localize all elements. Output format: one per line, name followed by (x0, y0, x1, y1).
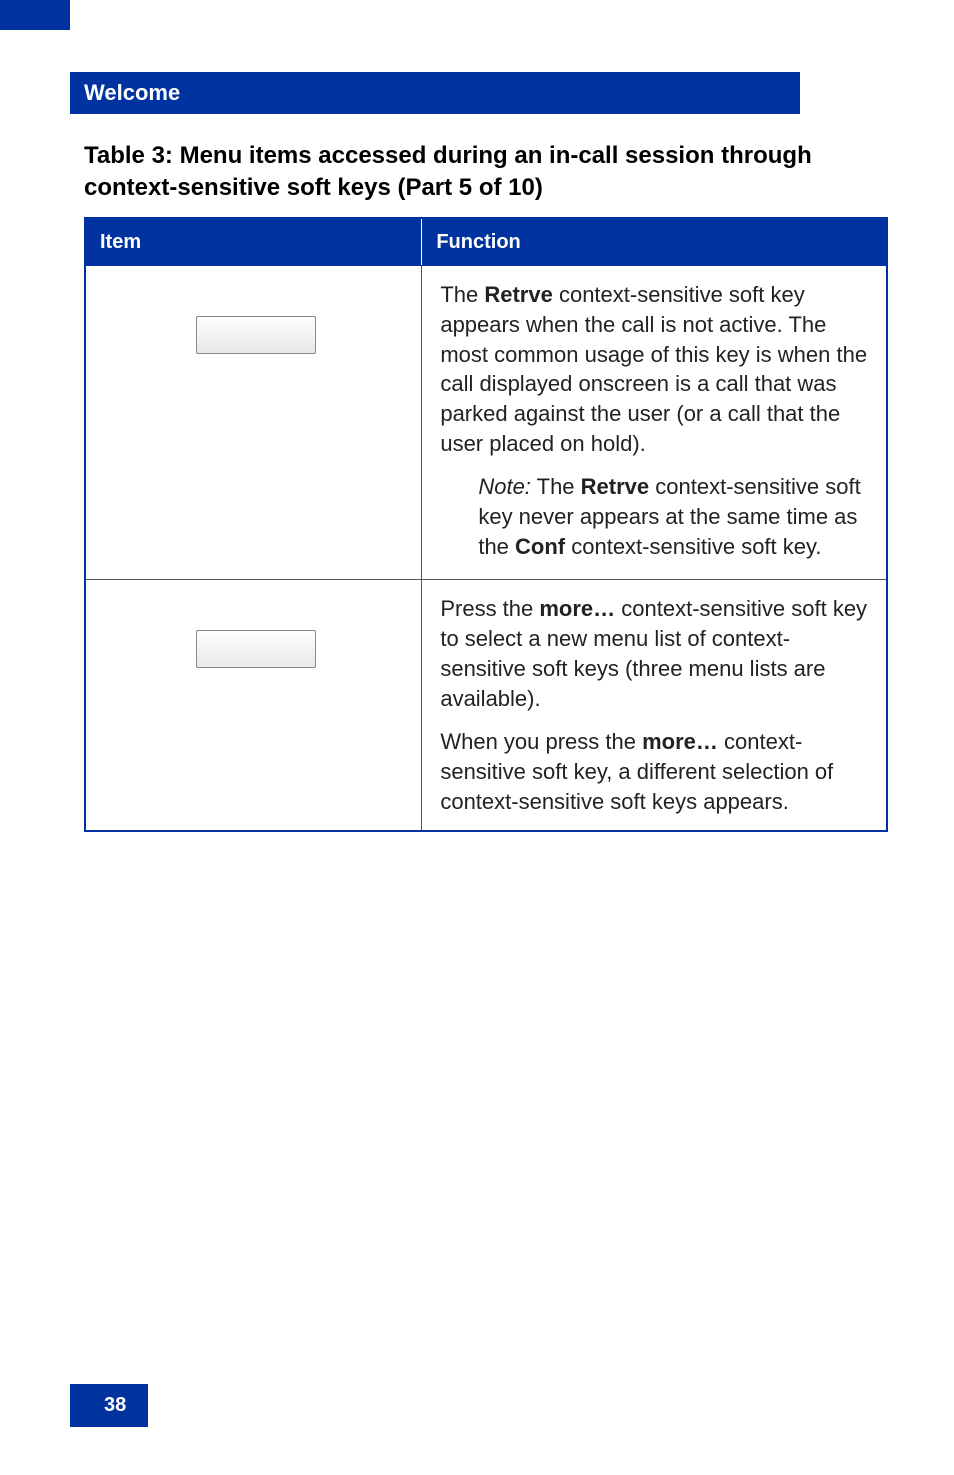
softkey-button-retrve (196, 316, 316, 354)
col-header-function: Function (422, 218, 887, 266)
col-header-item: Item (85, 218, 422, 266)
note-block: Note: The Retrve context-sensitive soft … (478, 472, 872, 561)
page-content: Table 3: Menu items accessed during an i… (70, 140, 888, 832)
table-row: Retrve The Retrve context-sensitive soft… (85, 266, 887, 580)
top-accent-strip (0, 0, 70, 30)
description-text: The Retrve context-sensitive soft key ap… (440, 280, 872, 458)
section-title: Welcome (84, 80, 180, 105)
description-text-2: When you press the more… context-sensiti… (440, 727, 872, 816)
item-cell-retrve: Retrve (85, 266, 422, 580)
function-cell-retrve: The Retrve context-sensitive soft key ap… (422, 266, 887, 580)
page-number: 38 (70, 1384, 148, 1427)
section-header: Welcome (70, 72, 800, 114)
item-cell-more: more… (85, 580, 422, 831)
function-cell-more: Press the more… context-sensitive soft k… (422, 580, 887, 831)
note-label: Note: (478, 474, 531, 499)
description-text-1: Press the more… context-sensitive soft k… (440, 594, 872, 713)
table-row: more… Press the more… context-sensitive … (85, 580, 887, 831)
softkey-button-more (196, 630, 316, 668)
table-title: Table 3: Menu items accessed during an i… (70, 140, 888, 205)
menu-items-table: Item Function Retrve The Retrve context-… (84, 217, 888, 833)
